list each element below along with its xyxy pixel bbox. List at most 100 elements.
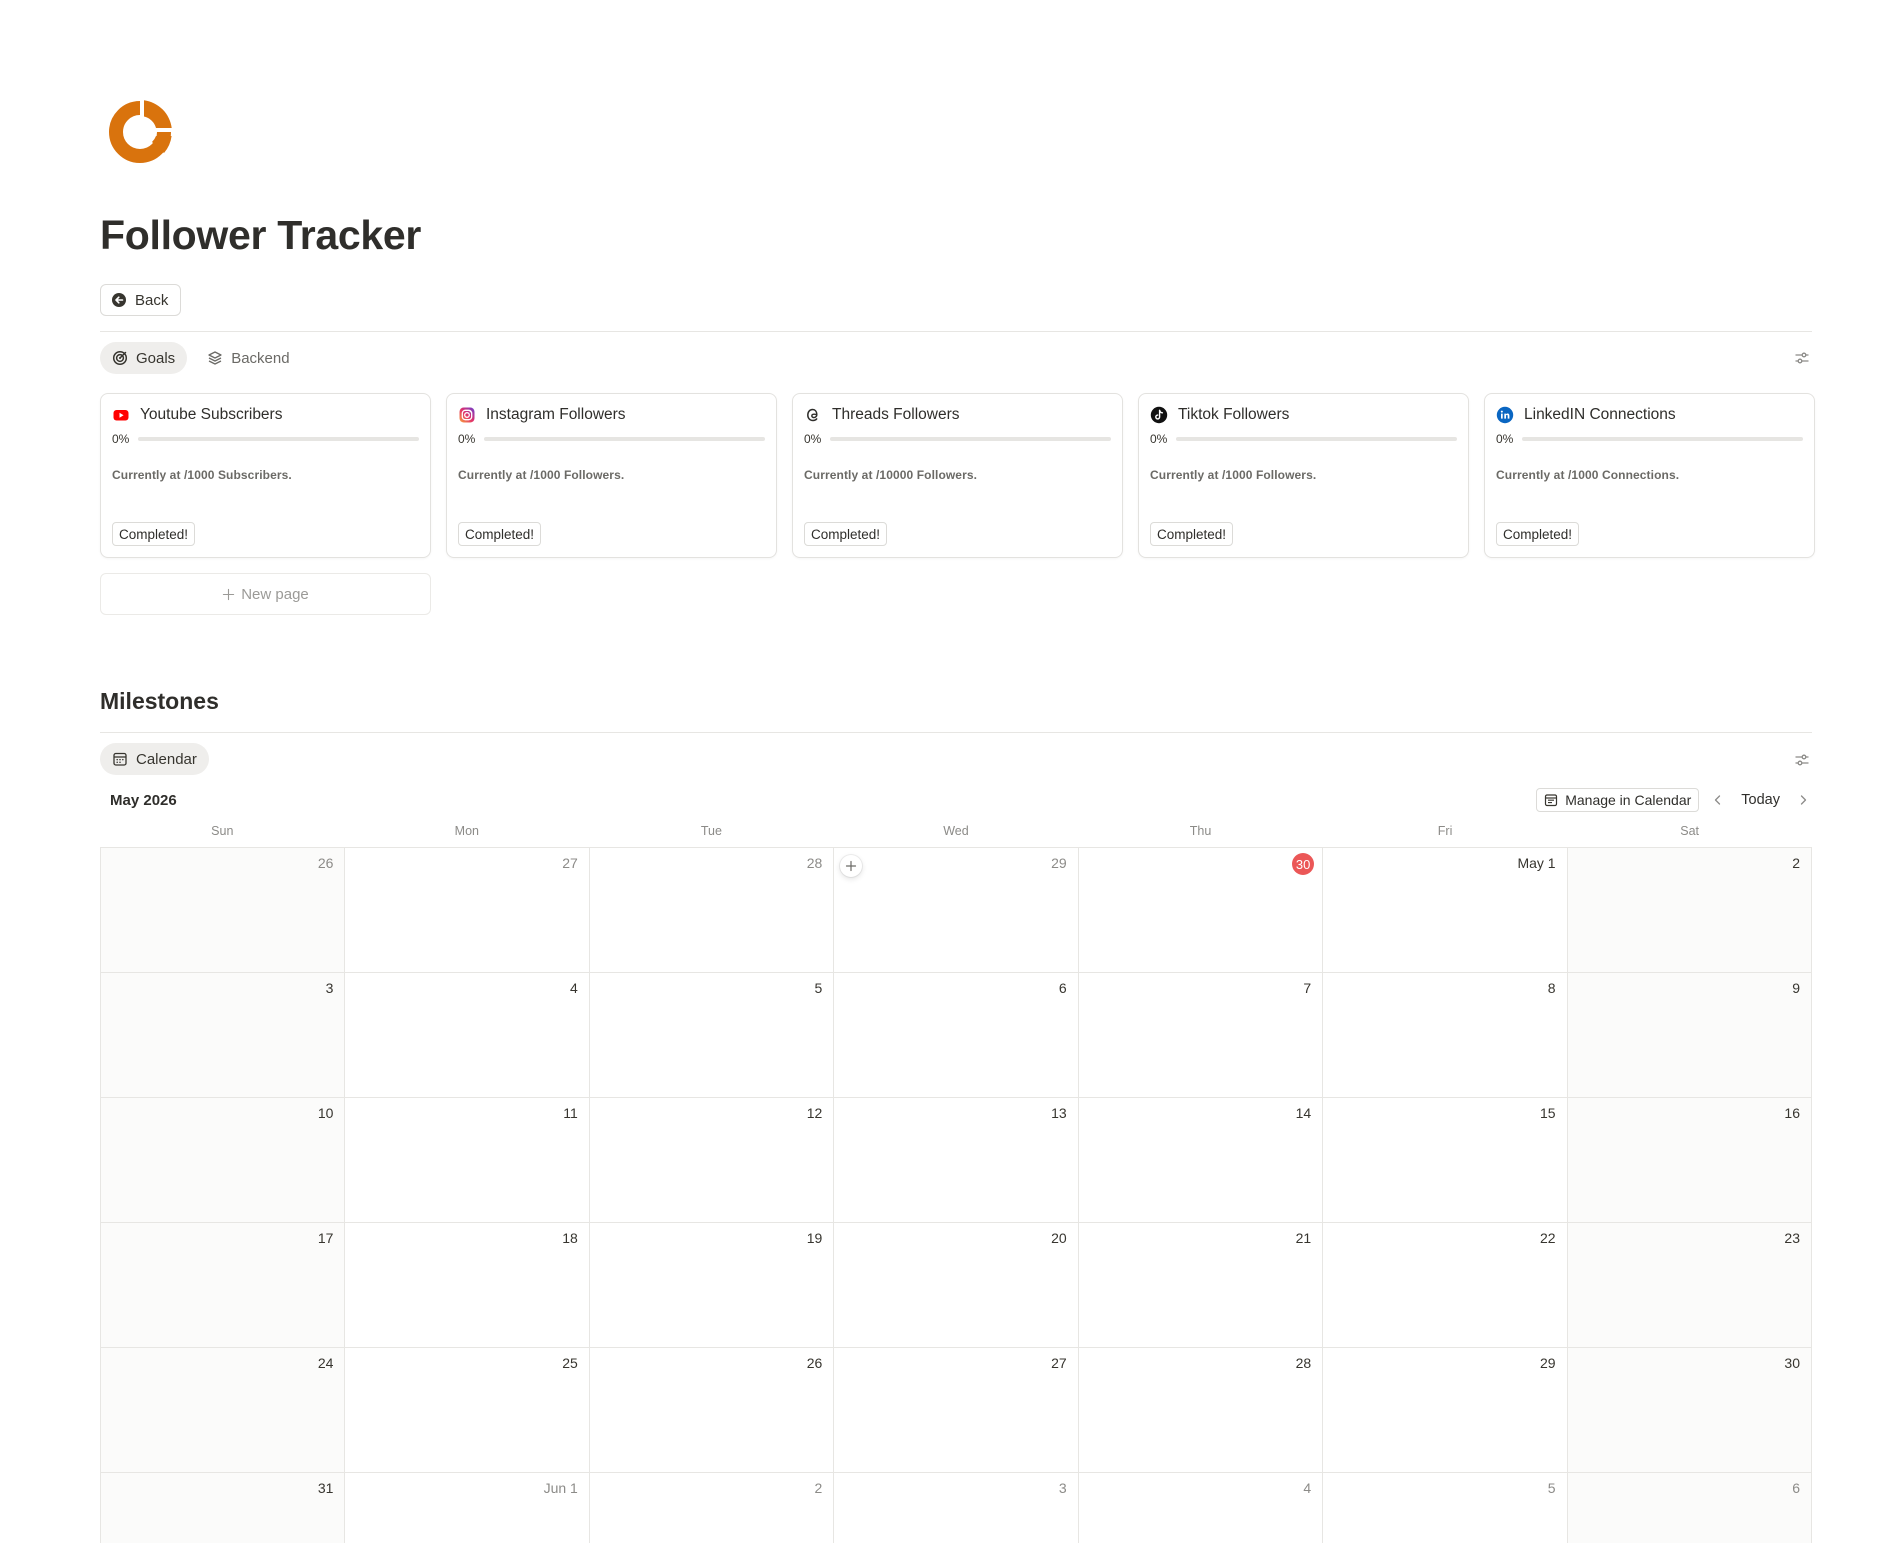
progress: 0% xyxy=(112,432,419,446)
day-number: 13 xyxy=(1051,1105,1067,1121)
calendar-day-cell[interactable]: 9 xyxy=(1567,973,1812,1098)
previous-month-button[interactable] xyxy=(1709,790,1727,810)
calendar-day-cell[interactable]: 27 xyxy=(345,848,590,973)
calendar-day-cell[interactable]: 25 xyxy=(345,1348,590,1473)
day-number: 5 xyxy=(1547,1480,1556,1496)
tiktok-icon xyxy=(1150,406,1168,424)
calendar-day-cell[interactable]: 26 xyxy=(101,848,346,973)
calendar-day-cell[interactable]: 6 xyxy=(1567,1473,1812,1543)
calendar-day-cell[interactable]: 11 xyxy=(345,1098,590,1223)
page-icon[interactable] xyxy=(104,96,176,168)
next-month-button[interactable] xyxy=(1794,790,1812,810)
status-badge: Completed! xyxy=(1496,522,1580,546)
card-title: LinkedIN Connections xyxy=(1524,406,1676,423)
calendar-day-cell[interactable]: 5 xyxy=(1323,1473,1568,1543)
card-title: Instagram Followers xyxy=(486,406,626,423)
weekday-label: Mon xyxy=(454,824,479,838)
tab-calendar-label: Calendar xyxy=(136,750,197,768)
manage-in-calendar-label: Manage in Calendar xyxy=(1565,792,1692,808)
card-title: Tiktok Followers xyxy=(1178,406,1290,423)
card-description: Currently at /1000 Subscribers. xyxy=(112,468,292,482)
day-number: 5 xyxy=(814,980,823,996)
calendar-day-cell[interactable]: 10 xyxy=(101,1098,346,1223)
progress: 0% xyxy=(1150,432,1457,446)
calendar-day-cell[interactable]: 12 xyxy=(589,1098,835,1223)
calendar-day-cell[interactable]: 19 xyxy=(589,1223,835,1348)
plus-icon xyxy=(846,860,857,872)
day-number: 28 xyxy=(1295,1355,1312,1371)
goal-card-tiktok[interactable]: Tiktok Followers 0% Currently at /1000 F… xyxy=(1138,393,1469,558)
divider xyxy=(100,732,1812,733)
milestones-view-tabs: Calendar xyxy=(100,743,209,775)
goal-card-instagram[interactable]: Instagram Followers 0% Currently at /100… xyxy=(446,393,777,558)
calendar-day-cell[interactable]: 7 xyxy=(1078,973,1324,1098)
calendar-day-cell[interactable]: 3 xyxy=(834,1473,1079,1543)
goal-card-threads[interactable]: Threads Followers 0% Currently at /10000… xyxy=(792,393,1123,558)
calendar-day-cell[interactable]: 22 xyxy=(1323,1223,1568,1348)
calendar-day-cell[interactable]: 5 xyxy=(589,973,835,1098)
calendar-day-cell[interactable]: 13 xyxy=(834,1098,1079,1223)
day-number: 6 xyxy=(1792,1480,1800,1496)
day-number: 22 xyxy=(1539,1230,1556,1246)
tab-backend[interactable]: Backend xyxy=(195,342,301,374)
calendar-day-cell[interactable]: 4 xyxy=(345,973,590,1098)
calendar-icon xyxy=(113,752,127,766)
card-description: Currently at /10000 Followers. xyxy=(804,468,978,482)
goal-card-youtube[interactable]: Youtube Subscribers 0% Currently at /100… xyxy=(100,393,431,558)
divider xyxy=(100,331,1812,332)
calendar-day-cell[interactable]: 30 xyxy=(1078,848,1324,973)
weekday-label: Sun xyxy=(211,824,234,838)
tab-calendar[interactable]: Calendar xyxy=(100,743,209,775)
day-number: 7 xyxy=(1303,980,1312,996)
calendar-day-cell[interactable]: 3 xyxy=(101,973,346,1098)
calendar-day-cell[interactable]: 4 xyxy=(1078,1473,1324,1543)
calendar-day-cell[interactable]: Jun 1 xyxy=(345,1473,590,1543)
calendar-day-cell[interactable]: May 1 xyxy=(1323,848,1568,973)
back-button[interactable]: Back xyxy=(100,284,182,316)
goal-card-linkedin[interactable]: LinkedIN Connections 0% Currently at /10… xyxy=(1484,393,1815,558)
add-event-button[interactable] xyxy=(840,855,863,877)
calendar-day-cell[interactable]: 2 xyxy=(589,1473,835,1543)
weekday-label: Fri xyxy=(1437,824,1453,838)
back-button-label: Back xyxy=(135,291,169,309)
day-number: 29 xyxy=(1051,855,1067,871)
today-button[interactable]: Today xyxy=(1737,792,1784,808)
calendar-day-cell[interactable]: 18 xyxy=(345,1223,590,1348)
calendar-day-cell[interactable]: 28 xyxy=(1078,1348,1324,1473)
calendar-day-cell[interactable]: 28 xyxy=(589,848,835,973)
calendar-day-cell[interactable]: 24 xyxy=(101,1348,346,1473)
manage-in-calendar-button[interactable]: Manage in Calendar xyxy=(1536,788,1700,812)
calendar-day-cell[interactable]: 30 xyxy=(1567,1348,1812,1473)
calendar-day-cell[interactable]: 29 xyxy=(834,848,1079,973)
calendar-day-cell[interactable]: 8 xyxy=(1323,973,1568,1098)
day-number: 15 xyxy=(1539,1105,1556,1121)
calendar-day-cell[interactable]: 15 xyxy=(1323,1098,1568,1223)
view-settings-icon[interactable] xyxy=(1792,348,1812,368)
card-description: Currently at /1000 Followers. xyxy=(458,468,625,482)
new-page-button[interactable]: New page xyxy=(100,573,431,615)
status-badge: Completed! xyxy=(1150,522,1234,546)
calendar-day-cell[interactable]: 14 xyxy=(1078,1098,1324,1223)
calendar-day-cell[interactable]: 23 xyxy=(1567,1223,1812,1348)
day-number: 9 xyxy=(1792,980,1800,996)
day-number: 12 xyxy=(806,1105,823,1121)
calendar-day-cell[interactable]: 2 xyxy=(1567,848,1812,973)
today-date-badge: 30 xyxy=(1292,853,1315,875)
calendar-controls: Manage in Calendar Today xyxy=(1536,788,1812,812)
threads-icon xyxy=(804,406,822,424)
page-title: Follower Tracker xyxy=(100,212,422,258)
calendar-day-cell[interactable]: 27 xyxy=(834,1348,1079,1473)
calendar-day-cell[interactable]: 26 xyxy=(589,1348,835,1473)
day-number: 30 xyxy=(1784,1355,1800,1371)
calendar-day-cell[interactable]: 6 xyxy=(834,973,1079,1098)
calendar-day-cell[interactable]: 20 xyxy=(834,1223,1079,1348)
calendar-day-cell[interactable]: 16 xyxy=(1567,1098,1812,1223)
instagram-icon xyxy=(458,406,476,424)
view-settings-icon[interactable] xyxy=(1792,750,1812,770)
calendar-day-cell[interactable]: 29 xyxy=(1323,1348,1568,1473)
tab-goals[interactable]: Goals xyxy=(100,342,188,374)
calendar-day-cell[interactable]: 31 xyxy=(101,1473,346,1543)
day-number: May 1 xyxy=(1517,855,1556,871)
calendar-day-cell[interactable]: 21 xyxy=(1078,1223,1324,1348)
calendar-day-cell[interactable]: 17 xyxy=(101,1223,346,1348)
